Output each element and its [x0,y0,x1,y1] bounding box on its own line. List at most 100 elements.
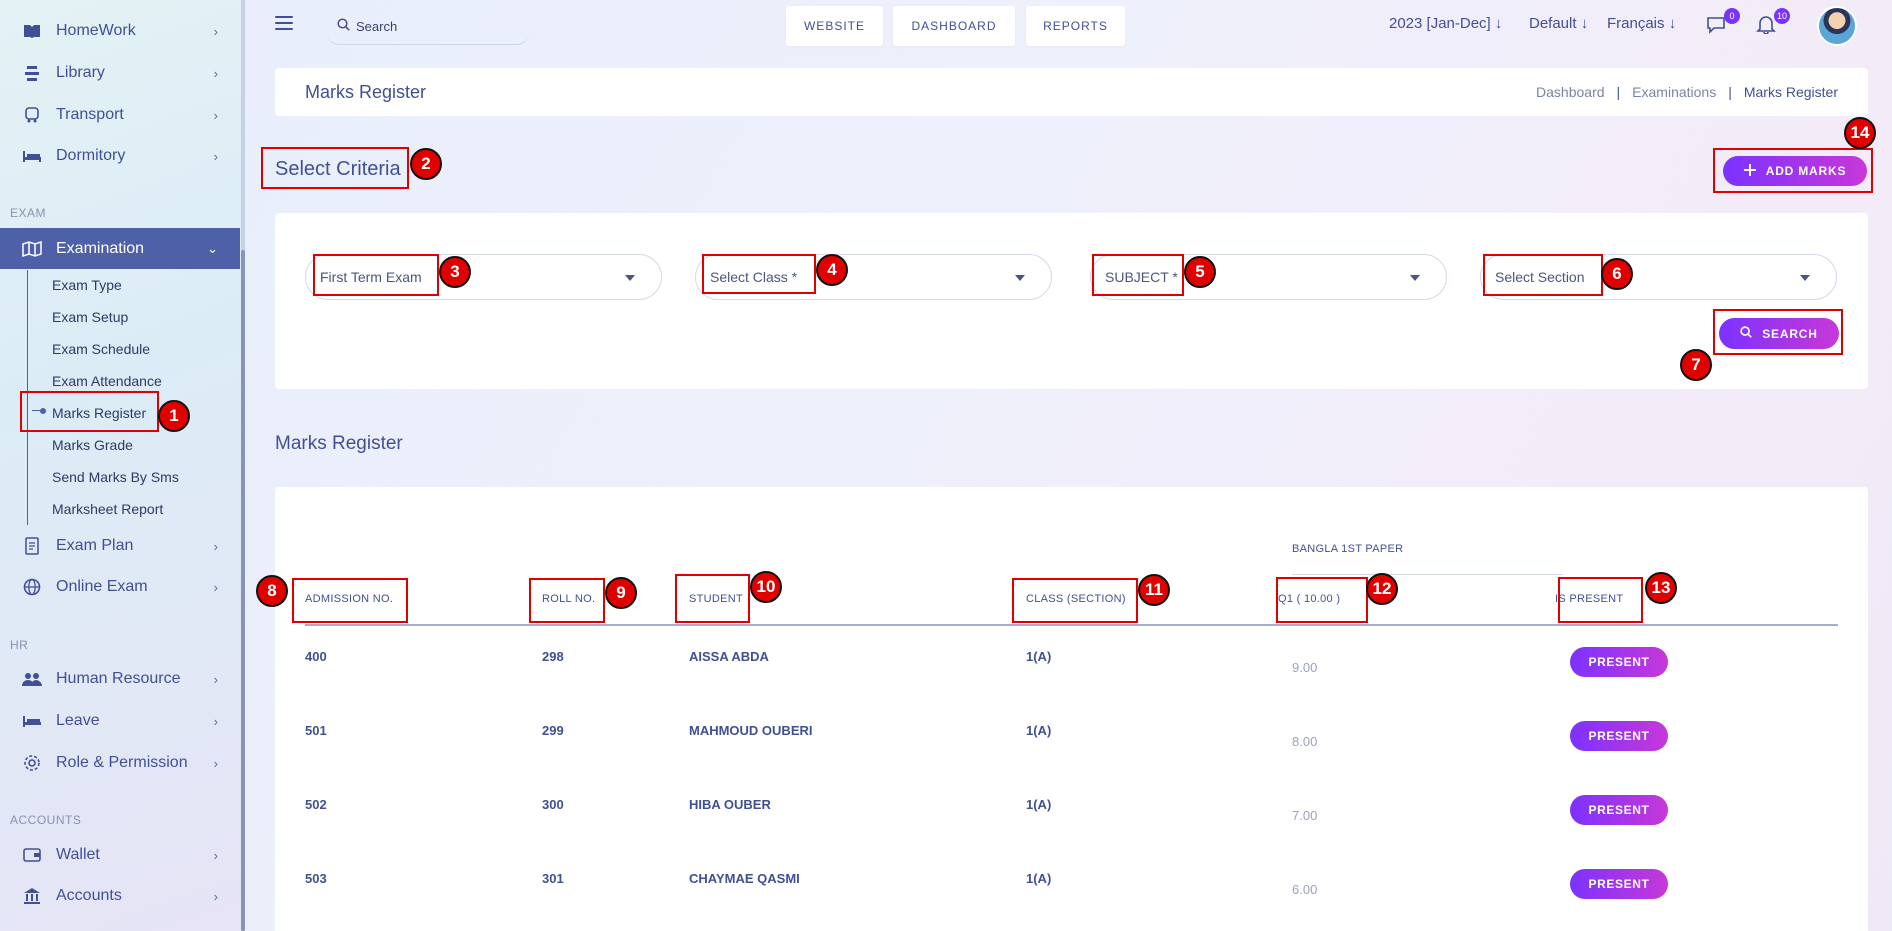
bed-icon [22,711,42,731]
present-button[interactable]: PRESENT [1570,721,1668,751]
annotation-marker: 11 [1138,574,1170,606]
sidebar-item-transport[interactable]: Transport › [0,95,240,135]
sidebar: HomeWork › Library › Transport › Dormito… [0,0,243,931]
chevron-right-icon: › [213,580,218,595]
submenu-item-marksheet-report[interactable]: Marksheet Report [52,501,163,517]
sidebar-item-wallet[interactable]: Wallet › [0,835,240,875]
sidebar-item-leave[interactable]: Leave › [0,701,240,741]
sidebar-item-accounts[interactable]: Accounts › [0,876,240,916]
sidebar-item-label: Dormitory [56,147,126,164]
sidebar-item-label: Leave [56,712,100,729]
cell-admission: 400 [305,649,327,664]
cell-mark[interactable]: 9.00 [1292,660,1317,675]
chevron-right-icon: › [213,889,218,904]
messages-button[interactable]: 0 [1706,8,1740,38]
arrow-down-icon: ↓ [1494,15,1503,32]
sidebar-item-human-resource[interactable]: Human Resource › [0,659,240,699]
annotation-box [1092,254,1184,296]
language-dropdown[interactable]: Français ↓ [1607,15,1676,32]
submenu-item-exam-schedule[interactable]: Exam Schedule [52,341,150,357]
cell-mark[interactable]: 6.00 [1292,882,1317,897]
annotation-marker: 12 [1366,573,1398,605]
sidebar-item-examination[interactable]: Examination ⌄ [0,228,240,269]
sidebar-item-label: Accounts [56,887,122,904]
cell-admission: 503 [305,871,327,886]
section-label-exam: EXAM [10,206,47,220]
annotation-marker: 8 [256,575,288,607]
annotation-marker: 9 [605,577,637,609]
arrow-down-icon: ↓ [1580,15,1589,32]
library-icon [22,63,42,83]
sidebar-item-homework[interactable]: HomeWork › [0,11,240,51]
chevron-right-icon: › [213,672,218,687]
sidebar-item-online-exam[interactable]: Online Exam › [0,567,240,607]
globe-icon [22,577,42,597]
chevron-right-icon: › [213,24,218,39]
document-icon [22,536,42,556]
breadcrumb-examinations[interactable]: Examinations [1632,84,1716,100]
avatar[interactable] [1817,6,1857,46]
submenu-item-exam-attendance[interactable]: Exam Attendance [52,373,162,389]
sidebar-item-dormitory[interactable]: Dormitory › [0,136,240,176]
website-button[interactable]: WEBSITE [786,6,883,46]
sidebar-item-label: HomeWork [56,22,136,39]
cell-student: MAHMOUD OUBERI [689,723,813,738]
style-dropdown[interactable]: Default ↓ [1529,15,1588,32]
subject-group-header: BANGLA 1ST PAPER [1292,543,1404,555]
annotation-box [1483,254,1603,296]
cell-student: CHAYMAE QASMI [689,871,800,886]
scrollbar-thumb[interactable] [241,250,245,931]
submenu-item-exam-setup[interactable]: Exam Setup [52,309,128,325]
sidebar-item-label: Exam Plan [56,537,134,554]
reports-button[interactable]: REPORTS [1026,6,1125,46]
chevron-right-icon: › [213,149,218,164]
submenu-item-marks-grade[interactable]: Marks Grade [52,437,133,453]
notifications-button[interactable]: 10 [1756,8,1790,38]
sidebar-scrollbar[interactable] [241,0,245,931]
annotation-box [1713,148,1873,193]
cell-mark[interactable]: 8.00 [1292,734,1317,749]
annotation-box [529,578,605,623]
annotation-marker: 14 [1844,117,1876,149]
breadcrumb-dashboard[interactable]: Dashboard [1536,84,1605,100]
annotation-marker: 4 [816,254,848,286]
present-button[interactable]: PRESENT [1570,795,1668,825]
cell-admission: 501 [305,723,327,738]
chevron-right-icon: › [213,108,218,123]
submenu-item-send-marks-by-sms[interactable]: Send Marks By Sms [52,469,179,485]
bell-icon [1756,16,1776,38]
annotation-box [1276,577,1368,623]
annotation-box [20,391,159,432]
annotation-box [292,578,408,623]
sidebar-item-library[interactable]: Library › [0,53,240,93]
cell-class: 1(A) [1026,649,1052,664]
sidebar-item-label: Wallet [56,846,100,863]
present-button[interactable]: PRESENT [1570,869,1668,899]
criteria-card: First Term Exam Select Class * SUBJECT *… [275,213,1868,389]
session-dropdown[interactable]: 2023 [Jan-Dec] ↓ [1389,15,1502,32]
menu-toggle-icon[interactable] [275,16,293,30]
messages-badge: 0 [1724,8,1740,24]
cell-mark[interactable]: 7.00 [1292,808,1317,823]
annotation-box [675,574,750,623]
sidebar-item-exam-plan[interactable]: Exam Plan › [0,526,240,566]
cell-student: AISSA ABDA [689,649,769,664]
submenu-item-exam-type[interactable]: Exam Type [52,277,122,293]
sidebar-item-label: Human Resource [56,670,181,687]
caret-down-icon [1410,275,1420,281]
book-icon [22,21,42,41]
cell-class: 1(A) [1026,797,1052,812]
annotation-marker: 3 [439,256,471,288]
bank-icon [22,886,42,906]
sidebar-item-label: Online Exam [56,578,148,595]
search-input[interactable] [356,18,506,34]
search-box[interactable] [327,8,529,45]
marks-table: BANGLA 1ST PAPER ADMISSION NO. ROLL NO. … [275,487,1868,931]
annotation-marker: 2 [410,148,442,180]
notifications-badge: 10 [1773,8,1790,24]
dashboard-button[interactable]: DASHBOARD [893,6,1015,46]
present-button[interactable]: PRESENT [1570,647,1668,677]
chevron-right-icon: › [213,848,218,863]
cell-roll: 298 [542,649,564,664]
sidebar-item-role-permission[interactable]: Role & Permission › [0,743,240,783]
